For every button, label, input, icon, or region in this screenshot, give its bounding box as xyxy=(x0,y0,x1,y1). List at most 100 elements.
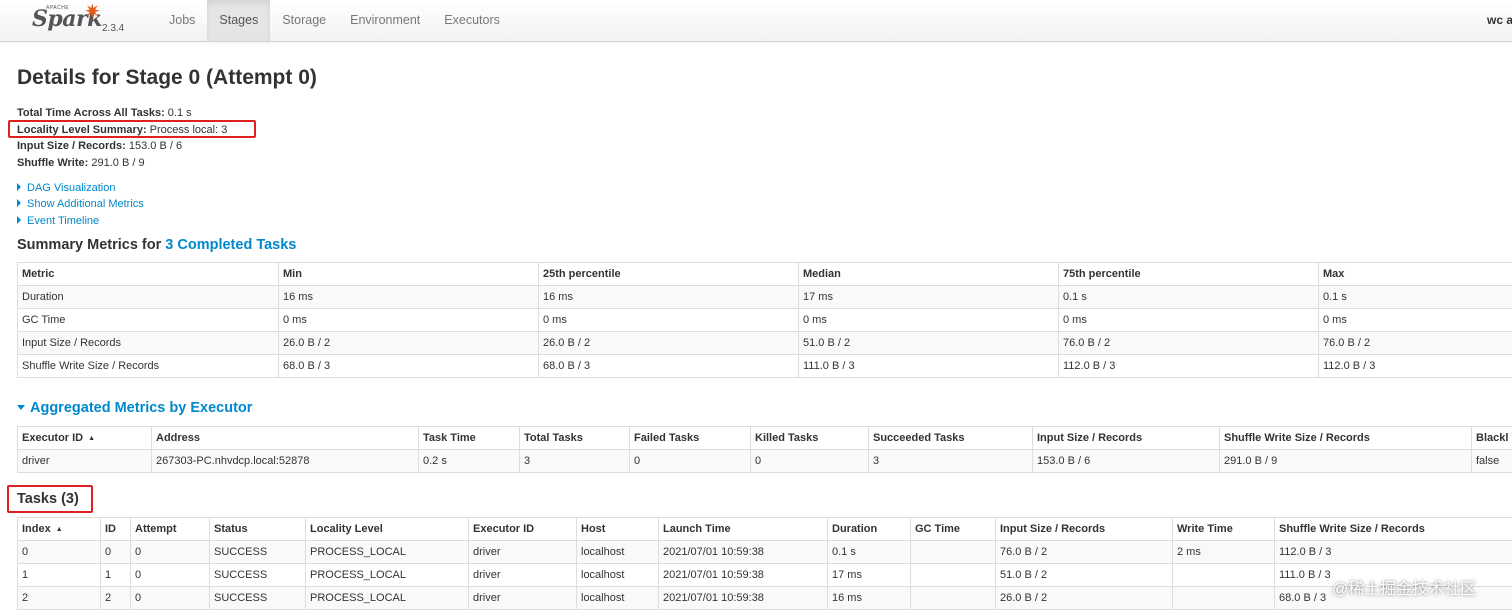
column-header-succeeded-tasks[interactable]: Succeeded Tasks xyxy=(868,426,1033,450)
column-header-label: Executor ID xyxy=(22,432,84,444)
column-header-total-tasks[interactable]: Total Tasks xyxy=(519,426,630,450)
table-cell-host: localhost xyxy=(576,540,659,564)
table-cell-max: 0 ms xyxy=(1318,308,1512,332)
table-cell-median: 0 ms xyxy=(798,308,1059,332)
column-header-label: Input Size / Records xyxy=(1000,523,1106,535)
column-header-address[interactable]: Address xyxy=(151,426,419,450)
table-cell-attempt: 0 xyxy=(130,563,210,587)
table-cell-gc-time xyxy=(910,586,996,610)
column-header-25th-percentile[interactable]: 25th percentile xyxy=(538,262,799,286)
table-cell-max: 112.0 B / 3 xyxy=(1318,354,1512,378)
summary-label: Total Time Across All Tasks: xyxy=(17,107,165,119)
table-cell-75th-percentile: 112.0 B / 3 xyxy=(1058,354,1319,378)
column-header-label: Metric xyxy=(22,268,55,280)
completed-tasks-link[interactable]: 3 Completed Tasks xyxy=(165,237,296,253)
column-header-min[interactable]: Min xyxy=(278,262,539,286)
column-header-id[interactable]: ID xyxy=(100,517,131,541)
column-header-label: Max xyxy=(1323,268,1345,280)
table-cell-input-size-records: 76.0 B / 2 xyxy=(995,540,1173,564)
tab-executors[interactable]: Executors xyxy=(432,0,512,41)
column-header-task-time[interactable]: Task Time xyxy=(418,426,520,450)
table-cell-metric: Duration xyxy=(17,285,279,309)
column-header-host[interactable]: Host xyxy=(576,517,659,541)
column-header-metric[interactable]: Metric xyxy=(17,262,279,286)
column-header-killed-tasks[interactable]: Killed Tasks xyxy=(750,426,869,450)
column-header-status[interactable]: Status xyxy=(209,517,306,541)
table-cell-input-size-records: 26.0 B / 2 xyxy=(995,586,1173,610)
column-header-index[interactable]: Index ▲ xyxy=(17,517,101,541)
tab-environment[interactable]: Environment xyxy=(338,0,432,41)
column-header-executor-id[interactable]: Executor ID ▲ xyxy=(17,426,152,450)
column-header-executor-id[interactable]: Executor ID xyxy=(468,517,577,541)
column-header-input-size-records[interactable]: Input Size / Records xyxy=(1032,426,1220,450)
table-cell-host: localhost xyxy=(576,563,659,587)
table-cell-25th-percentile: 26.0 B / 2 xyxy=(538,331,799,355)
top-navbar: APACHE Spark ✷ 2.3.4 Jobs Stages Storage… xyxy=(0,0,1512,42)
table-cell-metric: GC Time xyxy=(17,308,279,332)
spark-star-icon: ✷ xyxy=(84,1,101,23)
aggregated-metrics-table: Executor ID ▲ Address Task Time Total Tasks F… xyxy=(17,426,1512,473)
column-header-failed-tasks[interactable]: Failed Tasks xyxy=(629,426,751,450)
table-row: 1 1 0 SUCCESS PROCESS_LOCAL driver localhost 20… xyxy=(17,563,1512,587)
column-header-label: Min xyxy=(283,268,302,280)
table-cell-max: 0.1 s xyxy=(1318,285,1512,309)
column-header-label: Status xyxy=(214,523,248,535)
dag-visualization-toggle[interactable]: DAG Visualization xyxy=(17,181,115,195)
tab-jobs[interactable]: Jobs xyxy=(157,0,207,41)
show-additional-metrics-toggle[interactable]: Show Additional Metrics xyxy=(17,197,144,211)
table-cell-min: 16 ms xyxy=(278,285,539,309)
column-header-launch-time[interactable]: Launch Time xyxy=(658,517,828,541)
table-cell-id: 1 xyxy=(100,563,131,587)
table-row: 0 0 0 SUCCESS PROCESS_LOCAL driver localhost 20… xyxy=(17,540,1512,564)
table-cell-median: 51.0 B / 2 xyxy=(798,331,1059,355)
summary-label: Shuffle Write: xyxy=(17,157,89,169)
column-header-label: Input Size / Records xyxy=(1037,432,1143,444)
table-cell-blackl: false xyxy=(1471,449,1512,473)
column-header-label: Duration xyxy=(832,523,878,535)
page-title: Details for Stage 0 (Attempt 0) xyxy=(17,66,317,89)
column-header-label: 25th percentile xyxy=(543,268,621,280)
spark-logo[interactable]: APACHE Spark ✷ 2.3.4 xyxy=(32,1,132,41)
table-row: driver 267303-PC.nhvdcp.local:52878 0.2 s3… xyxy=(17,449,1512,473)
column-header-blackl[interactable]: Blackl xyxy=(1471,426,1512,450)
column-header-write-time[interactable]: Write Time xyxy=(1172,517,1275,541)
table-cell-25th-percentile: 0 ms xyxy=(538,308,799,332)
column-header-label: Shuffle Write Size / Records xyxy=(1224,432,1370,444)
column-header-75th-percentile[interactable]: 75th percentile xyxy=(1058,262,1319,286)
column-header-input-size-records[interactable]: Input Size / Records xyxy=(995,517,1173,541)
triangle-right-icon xyxy=(17,216,21,224)
column-header-shuffle-write-size-records[interactable]: Shuffle Write Size / Records xyxy=(1219,426,1472,450)
table-cell-write-time: 2 ms xyxy=(1172,540,1275,564)
table-cell-min: 0 ms xyxy=(278,308,539,332)
column-header-label: Write Time xyxy=(1177,523,1233,535)
column-header-attempt[interactable]: Attempt xyxy=(130,517,210,541)
column-header-gc-time[interactable]: GC Time xyxy=(910,517,996,541)
event-timeline-toggle[interactable]: Event Timeline xyxy=(17,214,99,228)
column-header-max[interactable]: Max xyxy=(1318,262,1512,286)
table-cell-id: 2 xyxy=(100,586,131,610)
highlight-box-locality xyxy=(8,120,256,138)
column-header-duration[interactable]: Duration xyxy=(827,517,911,541)
spark-version: 2.3.4 xyxy=(102,23,125,34)
column-header-median[interactable]: Median xyxy=(798,262,1059,286)
sort-ascending-icon: ▲ xyxy=(55,526,63,533)
table-cell-shuffle-write-size-records: 291.0 B / 9 xyxy=(1219,449,1472,473)
aggregated-metrics-toggle[interactable]: Aggregated Metrics by Executor xyxy=(17,400,252,416)
column-header-label: Address xyxy=(156,432,201,444)
table-cell-locality-level: PROCESS_LOCAL xyxy=(305,540,469,564)
tasks-table: Index ▲ ID Attempt Status Locality Level Execu… xyxy=(17,517,1512,610)
table-cell-25th-percentile: 68.0 B / 3 xyxy=(538,354,799,378)
table-header-row: Index ▲ ID Attempt Status Locality Level Execu… xyxy=(17,517,1512,541)
table-cell-attempt: 0 xyxy=(130,540,210,564)
column-header-label: Succeeded Tasks xyxy=(873,432,965,444)
column-header-label: Locality Level xyxy=(310,523,383,535)
table-cell-status: SUCCESS xyxy=(209,540,306,564)
column-header-locality-level[interactable]: Locality Level xyxy=(305,517,469,541)
summary-metrics-title: Summary Metrics for 3 Completed Tasks xyxy=(17,237,296,253)
table-cell-write-time xyxy=(1172,563,1275,587)
table-cell-min: 26.0 B / 2 xyxy=(278,331,539,355)
table-cell-input-size-records: 153.0 B / 6 xyxy=(1032,449,1220,473)
tab-storage[interactable]: Storage xyxy=(270,0,338,41)
tab-stages[interactable]: Stages xyxy=(207,0,271,41)
column-header-shuffle-write-size-records[interactable]: Shuffle Write Size / Records xyxy=(1274,517,1512,541)
